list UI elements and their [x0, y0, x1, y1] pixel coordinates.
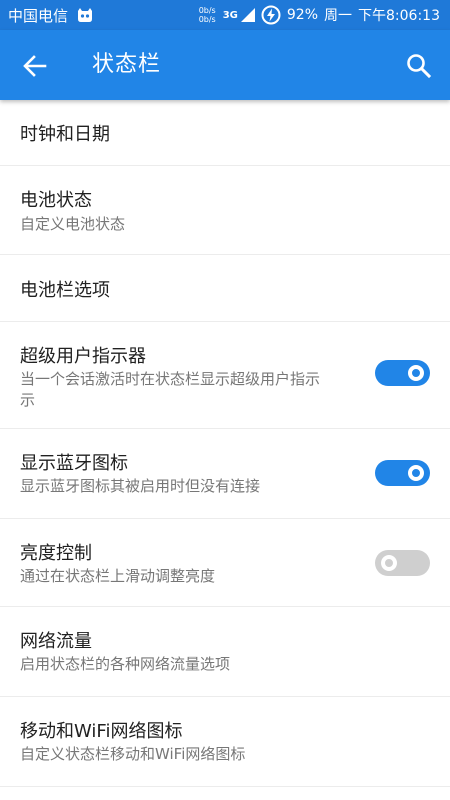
signal-icon — [240, 8, 255, 22]
setting-title: 移动和WiFi网络图标 — [20, 721, 183, 742]
setting-title: 网络流量 — [20, 631, 92, 652]
battery-charging-icon — [261, 5, 281, 25]
setting-clock-date[interactable]: 时钟和日期 — [0, 100, 450, 166]
setting-title: 显示蓝牙图标 — [20, 453, 128, 474]
setting-summary: 启用状态栏的各种网络流量选项 — [20, 655, 231, 673]
weekday: 周一 — [324, 8, 353, 24]
setting-title: 电池栏选项 — [20, 280, 110, 301]
settings-list: 时钟和日期 电池状态 自定义电池状态 电池栏选项 超级用户指示器 当一个会话激活… — [0, 100, 450, 787]
superuser-indicator-toggle[interactable] — [375, 360, 430, 386]
setting-summary: 显示蓝牙图标其被启用时但没有连接 — [20, 477, 261, 495]
net-speed-up: 0b/s — [198, 6, 216, 15]
setting-summary-line: 示 — [20, 391, 36, 409]
bluetooth-icon-toggle[interactable] — [375, 460, 430, 486]
setting-network-traffic[interactable]: 网络流量 启用状态栏的各种网络流量选项 — [0, 607, 450, 697]
setting-brightness-control[interactable]: 亮度控制 通过在状态栏上滑动调整亮度 — [0, 519, 450, 607]
setting-title: 时钟和日期 — [20, 124, 110, 145]
status-right: 0b/s 0b/s 3G 92% 周一 下午8:06:13 — [199, 0, 440, 30]
search-icon[interactable] — [400, 47, 438, 85]
net-speed: 0b/s 0b/s — [199, 6, 216, 24]
toggle-knob — [408, 365, 424, 381]
setting-mobile-wifi-icons[interactable]: 移动和WiFi网络图标 自定义状态栏移动和WiFi网络图标 — [0, 697, 450, 787]
brightness-control-toggle[interactable] — [375, 550, 430, 576]
setting-title: 电池状态 — [20, 190, 92, 211]
battery-percent: 92% — [286, 7, 319, 23]
setting-summary: 自定义电池状态 — [20, 215, 126, 233]
setting-title: 亮度控制 — [20, 543, 92, 564]
back-arrow-icon[interactable] — [16, 47, 54, 85]
net-speed-down: 0b/s — [198, 15, 216, 24]
setting-title: 超级用户指示器 — [20, 346, 146, 367]
toggle-knob — [381, 555, 397, 571]
setting-superuser-indicator[interactable]: 超级用户指示器 当一个会话激活时在状态栏显示超级用户指示 示 — [0, 322, 450, 429]
setting-battery-status[interactable]: 电池状态 自定义电池状态 — [0, 166, 450, 255]
setting-summary-line: 当一个会话激活时在状态栏显示超级用户指示 — [20, 370, 321, 388]
setting-battery-bar-options[interactable]: 电池栏选项 — [0, 255, 450, 322]
clock-time: 下午8:06:13 — [358, 8, 440, 24]
setting-summary: 当一个会话激活时在状态栏显示超级用户指示 示 — [20, 369, 360, 411]
app-bar: 状态栏 — [0, 30, 450, 100]
page-title: 状态栏 — [92, 52, 162, 77]
toggle-knob — [408, 465, 424, 481]
setting-bluetooth-icon[interactable]: 显示蓝牙图标 显示蓝牙图标其被启用时但没有连接 — [0, 429, 450, 519]
setting-summary: 通过在状态栏上滑动调整亮度 — [20, 567, 216, 585]
network-type: 3G — [222, 9, 238, 21]
setting-summary: 自定义状态栏移动和WiFi网络图标 — [20, 745, 246, 763]
carrier-name: 中国电信 — [8, 6, 69, 25]
android-notification-icon — [78, 8, 93, 22]
status-bar: 中国电信 0b/s 0b/s 3G 92% 周一 下午8:06:13 — [0, 0, 450, 30]
status-left: 中国电信 — [8, 0, 94, 30]
